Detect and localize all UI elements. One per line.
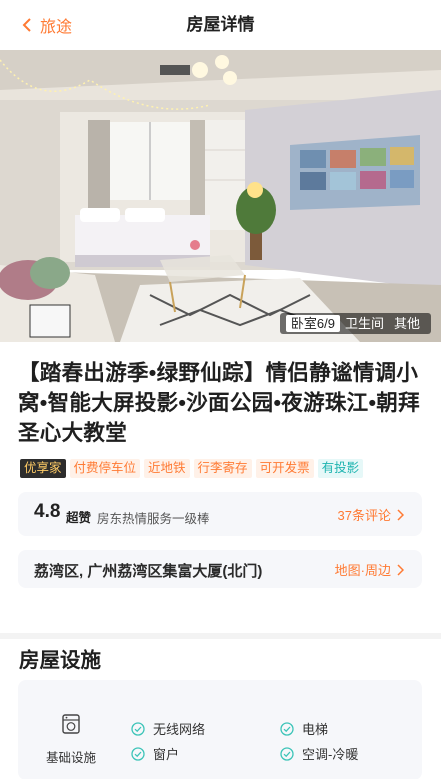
facilities-card[interactable]: 基础设施 无线网络 电梯 窗户 空调-冷暖	[18, 680, 422, 779]
photo-tab-other[interactable]: 其他	[389, 315, 425, 332]
facility-item-label: 无线网络	[153, 722, 206, 737]
check-circle-icon	[131, 746, 145, 761]
check-circle-icon	[280, 746, 294, 761]
address-text: 荔湾区, 广州荔湾区集富大厦(北门)	[34, 563, 263, 580]
room-photo-illustration	[0, 50, 441, 342]
rating-word: 超赞	[66, 511, 92, 525]
facility-item-label: 窗户	[153, 747, 180, 762]
rating-score: 4.8	[34, 501, 61, 522]
tag-paid-parking: 付费停车位	[69, 459, 141, 478]
facility-item-label: 电梯	[302, 722, 329, 737]
tag-near-metro: 近地铁	[144, 459, 190, 478]
facility-item-elevator: 电梯	[280, 719, 328, 738]
chevron-right-icon	[397, 508, 404, 521]
feature-tags: 优享家 付费停车位 近地铁 行李寄存 可开发票 有投影	[20, 459, 364, 478]
facility-item-wifi: 无线网络	[131, 719, 205, 738]
map-link[interactable]: 地图·周边	[335, 560, 404, 579]
review-highlight: 房东热情服务一级棒	[97, 512, 210, 526]
tag-premium: 优享家	[20, 459, 66, 478]
appliance-icon	[62, 714, 80, 734]
facility-category: 基础设施	[38, 714, 104, 766]
facility-item-ac: 空调-冷暖	[280, 744, 358, 763]
facility-item-label: 空调-冷暖	[302, 747, 359, 762]
facilities-title: 房屋设施	[19, 649, 101, 672]
tag-luggage-storage: 行李寄存	[193, 459, 252, 478]
room-photo[interactable]: 卧室6/9 卫生间 其他	[0, 50, 441, 342]
photo-category-tabs: 卧室6/9 卫生间 其他	[279, 313, 431, 334]
tag-projector: 有投影	[317, 459, 364, 478]
check-circle-icon	[280, 721, 294, 736]
reviews-link[interactable]: 37条评论	[338, 505, 404, 524]
tag-invoice: 可开发票	[255, 459, 314, 478]
facility-item-window: 窗户	[131, 744, 179, 763]
reviews-link-label: 37条评论	[337, 508, 391, 523]
check-circle-icon	[131, 721, 145, 736]
facility-category-label: 基础设施	[45, 751, 96, 765]
photo-tab-bedroom[interactable]: 卧室6/9	[285, 315, 340, 332]
page-title: 房屋详情	[186, 15, 255, 34]
chevron-right-icon	[397, 563, 404, 576]
listing-title: 【踏春出游季•绿野仙踪】情侣静谧情调小窝•智能大屏投影•沙面公园•夜游珠江•朝拜…	[18, 361, 420, 445]
nav-bar: 旅途 房屋详情	[0, 0, 441, 50]
map-link-label: 地图·周边	[334, 563, 391, 578]
address-card[interactable]: 荔湾区, 广州荔湾区集富大厦(北门) 地图·周边	[18, 550, 422, 588]
photo-tab-bathroom[interactable]: 卫生间	[340, 315, 389, 332]
rating-card[interactable]: 4.8 超赞 房东热情服务一级棒 37条评论	[18, 492, 422, 536]
section-divider	[0, 633, 441, 639]
